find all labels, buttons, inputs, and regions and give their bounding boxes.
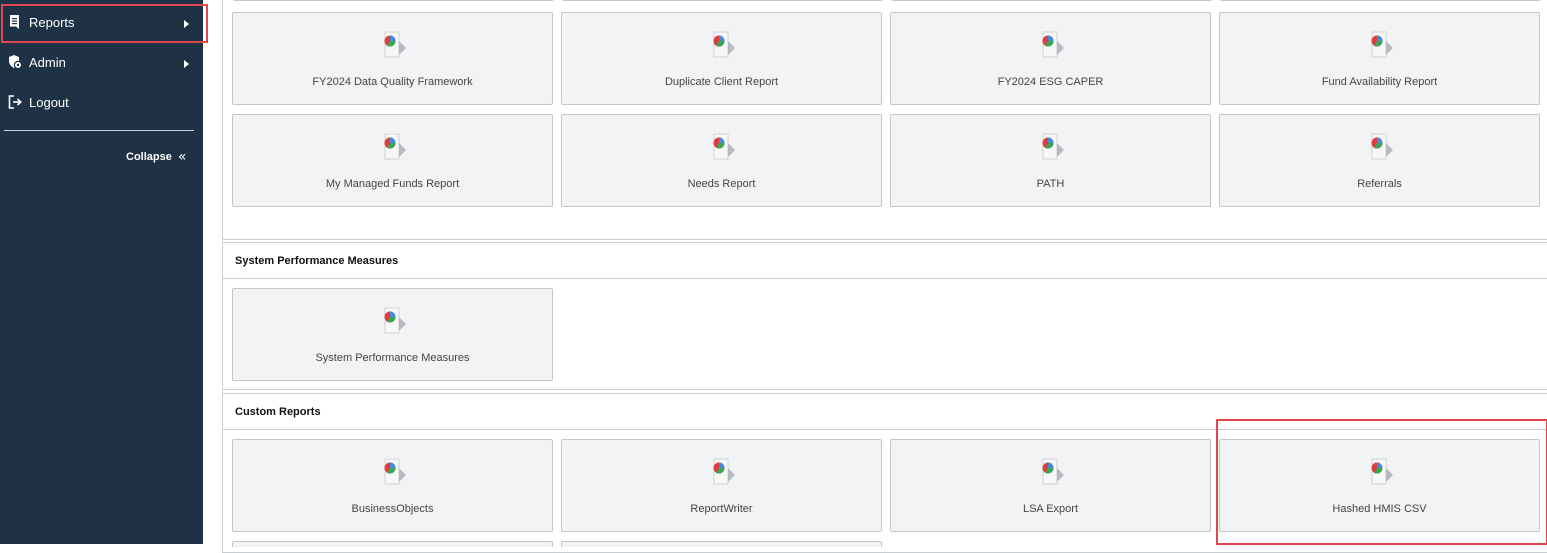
report-tile-referrals[interactable]: Referrals <box>1219 114 1540 207</box>
report-tile-label: Duplicate Client Report <box>664 76 779 88</box>
report-tile-fund-availability[interactable]: Fund Availability Report <box>1219 12 1540 105</box>
double-chevron-left-icon: « <box>177 149 187 165</box>
collapse-label: Collapse <box>126 151 172 163</box>
report-tile-label: FY2024 ESG CAPER <box>997 76 1104 88</box>
report-chart-icon <box>384 307 406 334</box>
report-chart-icon <box>1042 133 1064 160</box>
report-tile-needs[interactable]: Needs Report <box>561 114 882 207</box>
report-tile-cutoff[interactable] <box>891 0 1212 1</box>
report-tile-label: My Managed Funds Report <box>325 178 460 190</box>
report-tile-hashed-hmis-csv[interactable]: Hashed HMIS CSV <box>1219 439 1540 532</box>
report-tile-reportwriter[interactable]: ReportWriter <box>561 439 882 532</box>
report-tile-cutoff[interactable] <box>232 541 553 547</box>
logout-icon <box>8 95 22 109</box>
chevron-right-icon <box>184 20 189 28</box>
report-tile-duplicate-client[interactable]: Duplicate Client Report <box>561 12 882 105</box>
report-tile-esg-caper[interactable]: FY2024 ESG CAPER <box>890 12 1211 105</box>
report-tile-label: PATH <box>1036 178 1065 190</box>
report-chart-icon <box>384 458 406 485</box>
report-chart-icon <box>384 31 406 58</box>
report-chart-icon <box>1371 133 1393 160</box>
report-tile-label: System Performance Measures <box>315 352 470 364</box>
report-tile-label: ReportWriter <box>690 503 753 515</box>
sidebar-item-label: Logout <box>29 94 69 110</box>
section-title: Custom Reports <box>223 394 1547 430</box>
report-tile-system-performance[interactable]: System Performance Measures <box>232 288 553 381</box>
admin-shield-icon <box>9 55 22 69</box>
report-chart-icon <box>713 458 735 485</box>
sidebar-item-logout[interactable]: Logout <box>0 82 203 122</box>
report-tile-path[interactable]: PATH <box>890 114 1211 207</box>
report-chart-icon <box>1371 458 1393 485</box>
report-tile-label: Referrals <box>1357 178 1402 190</box>
report-tile-label: Hashed HMIS CSV <box>1332 503 1427 515</box>
sidebar-item-admin[interactable]: Admin <box>0 42 203 82</box>
report-tile-cutoff[interactable] <box>562 0 883 1</box>
report-tile-cutoff[interactable] <box>561 541 882 547</box>
sidebar-item-label: Reports <box>29 14 75 30</box>
report-tile-my-managed-funds[interactable]: My Managed Funds Report <box>232 114 553 207</box>
report-chart-icon <box>384 133 406 160</box>
report-tile-cutoff[interactable] <box>1220 0 1541 1</box>
report-chart-icon <box>713 133 735 160</box>
sidebar-nav: Reports Admin Logout Collapse « <box>0 0 208 544</box>
report-chart-icon <box>713 31 735 58</box>
sidebar-item-label: Admin <box>29 54 66 70</box>
report-chart-icon <box>1042 31 1064 58</box>
report-tile-businessobjects[interactable]: BusinessObjects <box>232 439 553 532</box>
report-tile-fy2024-dqf[interactable]: FY2024 Data Quality Framework <box>232 12 553 105</box>
report-tile-label: LSA Export <box>1022 503 1079 515</box>
report-tile-label: Needs Report <box>687 178 756 190</box>
report-tile-cutoff[interactable] <box>233 0 554 1</box>
report-chart-icon <box>1371 31 1393 58</box>
collapse-button[interactable]: Collapse « <box>126 150 186 164</box>
chevron-right-icon <box>184 60 189 68</box>
report-tile-label: FY2024 Data Quality Framework <box>312 76 473 88</box>
report-tile-label: Fund Availability Report <box>1321 76 1438 88</box>
report-icon <box>10 15 19 29</box>
report-tile-label: BusinessObjects <box>351 503 434 515</box>
sidebar-item-reports[interactable]: Reports <box>0 2 203 42</box>
sidebar-divider <box>4 130 194 131</box>
section-title: System Performance Measures <box>223 243 1547 279</box>
report-tile-lsa-export[interactable]: LSA Export <box>890 439 1211 532</box>
report-chart-icon <box>1042 458 1064 485</box>
